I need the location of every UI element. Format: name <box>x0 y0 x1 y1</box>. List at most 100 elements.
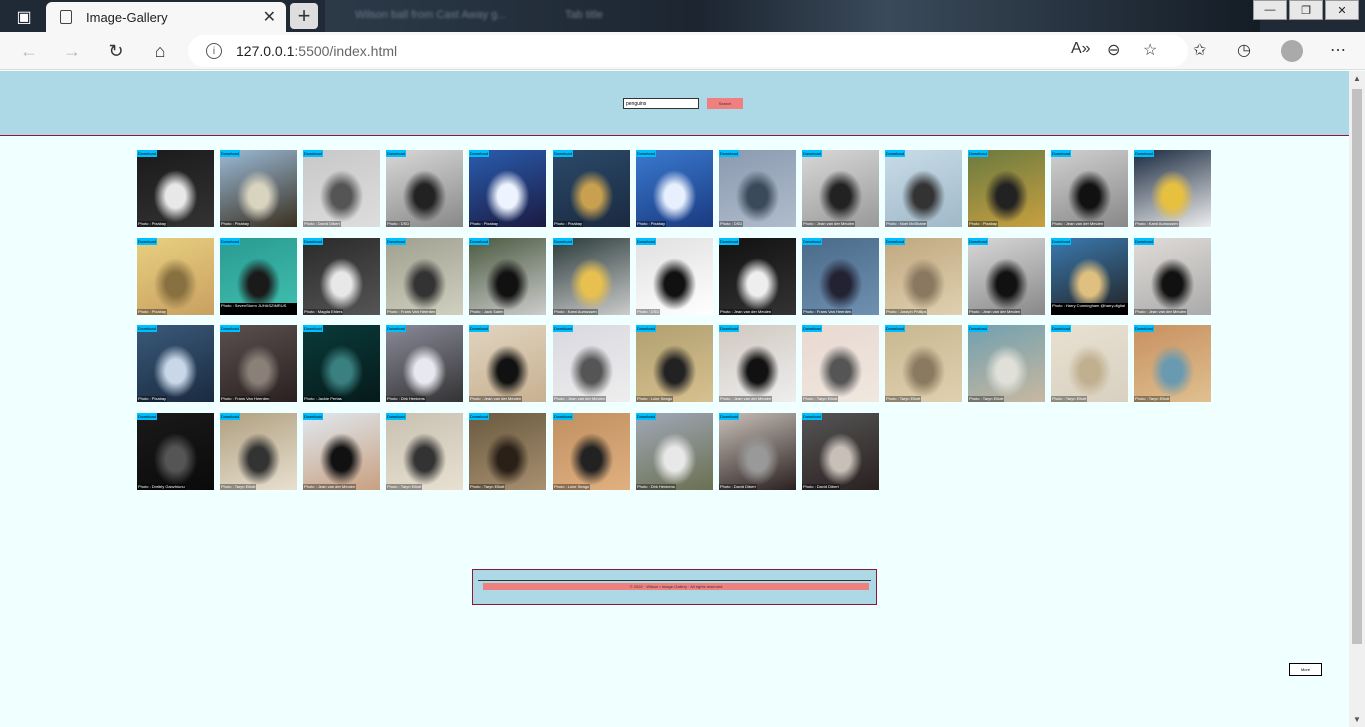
tab-image-gallery[interactable]: Image-Gallery ✕ <box>46 2 286 32</box>
download-link[interactable]: Download <box>137 238 157 245</box>
penguin-photo[interactable] <box>386 413 463 490</box>
gallery-card[interactable]: Download Photo : Pixabay <box>553 150 630 227</box>
download-link[interactable]: Download <box>220 238 240 245</box>
gallery-card[interactable]: Download Photo : DSD <box>719 150 796 227</box>
gallery-card[interactable]: Download Photo : David Dibert <box>303 150 380 227</box>
gallery-card[interactable]: Download Photo : Jackie Pertas <box>303 325 380 402</box>
penguin-photo[interactable] <box>469 413 546 490</box>
gallery-card[interactable]: Download Photo : Taryn Elliott <box>386 413 463 490</box>
download-link[interactable]: Download <box>802 413 822 420</box>
gallery-card[interactable]: Download Photo : DSD <box>386 150 463 227</box>
gallery-card[interactable]: Download Photo : Pixabay <box>220 150 297 227</box>
penguin-photo[interactable] <box>719 413 796 490</box>
more-button[interactable]: More <box>1289 663 1322 676</box>
penguin-photo[interactable] <box>968 150 1045 227</box>
gallery-card[interactable]: Download Photo : Taryn Elliott <box>885 325 962 402</box>
home-icon[interactable]: ⌂ <box>147 39 173 63</box>
penguin-photo[interactable] <box>137 325 214 402</box>
gallery-card[interactable]: Download Photo : Taryn Elliott <box>220 413 297 490</box>
download-link[interactable]: Download <box>303 238 323 245</box>
penguin-photo[interactable] <box>553 413 630 490</box>
penguin-photo[interactable] <box>386 150 463 227</box>
penguin-photo[interactable] <box>303 325 380 402</box>
penguin-photo[interactable] <box>636 150 713 227</box>
download-link[interactable]: Download <box>303 413 323 420</box>
penguin-photo[interactable] <box>553 325 630 402</box>
download-link[interactable]: Download <box>386 413 406 420</box>
profile-avatar[interactable] <box>1281 40 1303 62</box>
gallery-card[interactable]: Download Photo : Jean van der Meulen <box>802 150 879 227</box>
gallery-card[interactable]: Download Photo : Luke Seago <box>636 325 713 402</box>
download-link[interactable]: Download <box>469 325 489 332</box>
download-link[interactable]: Download <box>220 325 240 332</box>
gallery-card[interactable]: Download Photo : Harry Cunningham @harry.… <box>1051 238 1128 315</box>
gallery-card[interactable]: Download Photo : Taryn Elliott <box>802 325 879 402</box>
download-link[interactable]: Download <box>885 150 905 157</box>
gallery-card[interactable]: Download Photo : Kami Aumussen <box>1134 150 1211 227</box>
download-link[interactable]: Download <box>719 325 739 332</box>
penguin-photo[interactable] <box>303 413 380 490</box>
refresh-icon[interactable]: ↻ <box>103 39 129 63</box>
download-link[interactable]: Download <box>386 150 406 157</box>
gallery-card[interactable]: Download Photo : Dirk Henkens <box>636 413 713 490</box>
gallery-card[interactable]: Download Photo : Luke Seago <box>553 413 630 490</box>
download-link[interactable]: Download <box>885 238 905 245</box>
scroll-thumb[interactable] <box>1352 89 1362 644</box>
download-link[interactable]: Download <box>636 325 656 332</box>
download-link[interactable]: Download <box>1134 238 1154 245</box>
history-icon[interactable]: ◷ <box>1237 40 1251 60</box>
penguin-photo[interactable] <box>802 150 879 227</box>
gallery-card[interactable]: Download Photo : David Dibert <box>802 413 879 490</box>
download-link[interactable]: Download <box>220 413 240 420</box>
download-link[interactable]: Download <box>1051 325 1071 332</box>
penguin-photo[interactable] <box>303 150 380 227</box>
download-link[interactable]: Download <box>802 238 822 245</box>
penguin-photo[interactable] <box>220 413 297 490</box>
penguin-photo[interactable] <box>137 238 214 315</box>
download-link[interactable]: Download <box>386 325 406 332</box>
download-link[interactable]: Download <box>1051 150 1071 157</box>
download-link[interactable]: Download <box>303 325 323 332</box>
gallery-card[interactable]: Download Photo : Pixabay <box>469 150 546 227</box>
download-link[interactable]: Download <box>802 325 822 332</box>
download-link[interactable]: Download <box>469 413 489 420</box>
minimize-button[interactable]: — <box>1253 0 1287 20</box>
download-link[interactable]: Download <box>303 150 323 157</box>
download-link[interactable]: Download <box>968 150 988 157</box>
download-link[interactable]: Download <box>1134 325 1154 332</box>
gallery-card[interactable]: Download Photo : Jean van der Meulen <box>553 325 630 402</box>
penguin-photo[interactable] <box>719 325 796 402</box>
gallery-card[interactable]: Download Photo : Jean van der Meulen <box>1134 238 1211 315</box>
penguin-photo[interactable] <box>469 325 546 402</box>
penguin-photo[interactable] <box>968 238 1045 315</box>
penguin-photo[interactable] <box>1134 150 1211 227</box>
penguin-photo[interactable] <box>553 150 630 227</box>
gallery-card[interactable]: Download Photo : Pixabay <box>137 238 214 315</box>
gallery-card[interactable]: Download Photo : Taryn Elliott <box>469 413 546 490</box>
download-link[interactable]: Download <box>469 238 489 245</box>
gallery-card[interactable]: Download Photo : Taryn Elliott <box>968 325 1045 402</box>
download-link[interactable]: Download <box>137 413 157 420</box>
page-scrollbar[interactable]: ▲ ▼ <box>1349 71 1365 727</box>
penguin-photo[interactable] <box>1134 325 1211 402</box>
favorites-icon[interactable]: ✩ <box>1193 40 1206 60</box>
download-link[interactable]: Download <box>137 325 157 332</box>
download-link[interactable]: Download <box>636 238 656 245</box>
scroll-down-icon[interactable]: ▼ <box>1353 715 1361 724</box>
background-tab-title[interactable]: Wilson ball from Cast Away g... <box>355 9 506 21</box>
gallery-card[interactable]: Download Photo : DSD <box>636 238 713 315</box>
forward-icon[interactable]: → <box>59 39 85 63</box>
gallery-card[interactable]: Download Photo : Frans Van Heerden <box>386 238 463 315</box>
gallery-card[interactable]: Download Photo : Jack Salen <box>469 238 546 315</box>
download-link[interactable]: Download <box>968 325 988 332</box>
tab-actions-icon[interactable]: ▣ <box>10 6 38 28</box>
download-link[interactable]: Download <box>553 325 573 332</box>
site-info-icon[interactable]: i <box>206 43 222 59</box>
penguin-photo[interactable] <box>220 150 297 227</box>
read-aloud-icon[interactable]: A» <box>1071 40 1091 58</box>
new-tab-button[interactable]: + <box>290 3 318 29</box>
download-link[interactable]: Download <box>553 238 573 245</box>
download-link[interactable]: Download <box>553 413 573 420</box>
url-field[interactable]: i 127.0.0.1:5500/index.html <box>188 35 1188 67</box>
penguin-photo[interactable] <box>303 238 380 315</box>
